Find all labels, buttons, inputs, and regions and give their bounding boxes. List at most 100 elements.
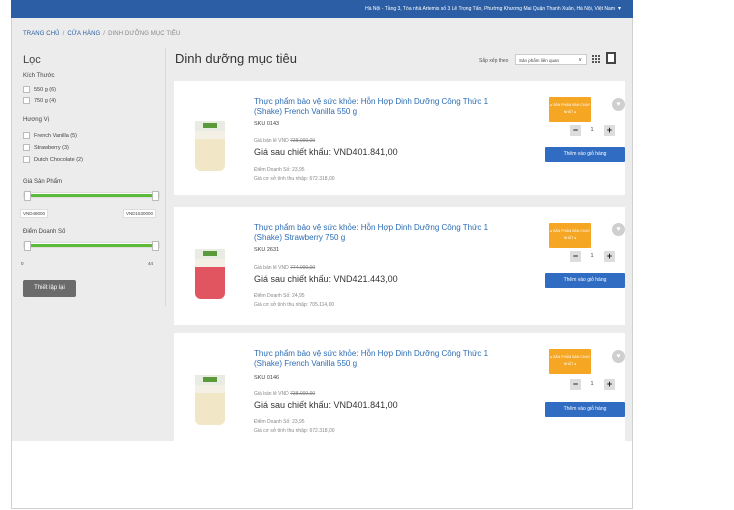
filter-title: Lọc — [23, 54, 41, 66]
filter-option-size-750[interactable]: 750 g (4) — [23, 97, 56, 104]
filter-option-strawberry[interactable]: Strawberry (3) — [23, 144, 69, 151]
add-to-cart-button[interactable]: Thêm vào giỏ hàng — [545, 273, 625, 288]
sort-value: Sản phẩm liên quan — [519, 58, 560, 63]
retail-label: Giá bán lẻ VND — [254, 265, 289, 271]
sort-select[interactable]: Sản phẩm liên quan ∨ — [515, 54, 587, 65]
filter-option-french-vanilla[interactable]: French Vanilla (5) — [23, 132, 77, 139]
price-heading: Giá Sản Phẩm — [23, 179, 63, 185]
retail-price-value: 738.000,00 — [290, 138, 316, 144]
option-label: 550 g (6) — [34, 86, 57, 93]
quantity-decrease-button[interactable]: − — [570, 379, 581, 390]
store-address[interactable]: Hà Nội - Tầng 3, Tòa nhà Artemis số 3 Lê… — [365, 6, 615, 12]
product-card: Thực phẩm bảo vệ sức khỏe: Hỗn Hợp Dinh … — [174, 333, 625, 441]
breadcrumb-current: DINH DƯỠNG MỤC TIÊU — [108, 31, 181, 37]
product-card: Thực phẩm bảo vệ sức khỏe: Hỗn Hợp Dinh … — [174, 81, 625, 195]
bestseller-badge: ● SẢN PHẨM BÁN CHẠY NHẤT ● — [549, 223, 591, 248]
quantity-input[interactable]: 1 — [585, 125, 599, 136]
points-slider[interactable] — [23, 241, 160, 251]
price-max-value[interactable]: VND1530000 — [123, 209, 157, 218]
filter-option-size-550[interactable]: 550 g (6) — [23, 86, 56, 93]
price-slider-min-handle[interactable] — [24, 191, 31, 201]
price-slider-fill — [28, 194, 156, 197]
breadcrumb: TRANG CHỦ / CỬA HÀNG / DINH DƯỠNG MỤC TIÊU — [23, 31, 180, 37]
add-to-cart-button[interactable]: Thêm vào giỏ hàng — [545, 147, 625, 162]
list-view-icon[interactable] — [606, 52, 616, 64]
reset-button[interactable]: Thiết lập lại — [23, 280, 76, 297]
badge-line-2: NHẤT ● — [563, 362, 577, 366]
grid-view-icon[interactable] — [592, 55, 600, 63]
product-image[interactable] — [193, 229, 227, 301]
badge-line-2: NHẤT ● — [563, 236, 577, 240]
price-slider-max-handle[interactable] — [152, 191, 159, 201]
wishlist-heart-icon[interactable]: ♥ — [612, 223, 625, 236]
product-card: Thực phẩm bảo vệ sức khỏe: Hỗn Hợp Dinh … — [174, 207, 625, 325]
income-base-price: Giá cơ sở tính thu nhập: 705.114,00 — [254, 302, 335, 308]
points-slider-fill — [28, 244, 156, 247]
herbalife-logo-icon — [203, 123, 217, 128]
herbalife-logo-icon — [203, 251, 217, 256]
flavor-heading: Hương Vị — [23, 117, 49, 123]
breadcrumb-home[interactable]: TRANG CHỦ — [23, 31, 60, 37]
filter-option-dutch-chocolate[interactable]: Dutch Chocolate (2) — [23, 156, 83, 163]
badge-line-1: ● SẢN PHẨM BÁN CHẠY — [549, 355, 591, 359]
product-name-link[interactable]: Thực phẩm bảo vệ sức khỏe: Hỗn Hợp Dinh … — [254, 223, 514, 243]
quantity-increase-button[interactable]: + — [604, 125, 615, 136]
checkbox[interactable] — [23, 144, 30, 151]
price-slider[interactable] — [23, 191, 160, 201]
retail-price: Giá bán lẻ VND 738.000,00 — [254, 391, 315, 397]
points-slider-max-handle[interactable] — [152, 241, 159, 251]
quantity-increase-button[interactable]: + — [604, 379, 615, 390]
option-label: Dutch Chocolate (2) — [34, 156, 83, 163]
retail-label: Giá bán lẻ VND — [254, 138, 289, 144]
chevron-down-icon[interactable]: ▾ — [618, 6, 621, 12]
product-sku: SKU 0143 — [254, 121, 280, 127]
sales-points: Điểm Doanh Số: 24,95 — [254, 293, 305, 299]
income-base-price: Giá cơ sở tính thu nhập: 672.318,00 — [254, 428, 335, 434]
product-image[interactable] — [193, 355, 227, 427]
option-label: French Vanilla (5) — [34, 132, 77, 139]
product-name-link[interactable]: Thực phẩm bảo vệ sức khỏe: Hỗn Hợp Dinh … — [254, 349, 514, 369]
filter-sidebar: Lọc Kích Thước 550 g (6) 750 g (4) Hương… — [12, 48, 165, 308]
retail-price-value: 774.000,00 — [290, 265, 316, 271]
wishlist-heart-icon[interactable]: ♥ — [612, 98, 625, 111]
quantity-decrease-button[interactable]: − — [570, 251, 581, 262]
top-bar: Hà Nội - Tầng 3, Tòa nhà Artemis số 3 Lê… — [11, 0, 633, 18]
income-base-price: Giá cơ sở tính thu nhập: 672.318,00 — [254, 176, 335, 182]
add-to-cart-button[interactable]: Thêm vào giỏ hàng — [545, 402, 625, 417]
badge-line-1: ● SẢN PHẨM BÁN CHẠY — [549, 103, 591, 107]
checkbox[interactable] — [23, 156, 30, 163]
quantity-input[interactable]: 1 — [585, 379, 599, 390]
breadcrumb-separator: / — [62, 31, 65, 37]
quantity-input[interactable]: 1 — [585, 251, 599, 262]
retail-price: Giá bán lẻ VND 738.000,00 — [254, 138, 315, 144]
sort-label: Sắp xếp theo — [479, 58, 509, 64]
sidebar-divider — [165, 48, 166, 306]
badge-line-2: NHẤT ● — [563, 110, 577, 114]
option-label: Strawberry (3) — [34, 144, 69, 151]
checkbox[interactable] — [23, 97, 30, 104]
discount-price: Giá sau chiết khấu: VND401.841,00 — [254, 400, 398, 410]
points-slider-min-handle[interactable] — [24, 241, 31, 251]
checkbox[interactable] — [23, 86, 30, 93]
size-heading: Kích Thước — [23, 73, 55, 79]
quantity-increase-button[interactable]: + — [604, 251, 615, 262]
bestseller-badge: ● SẢN PHẨM BÁN CHẠY NHẤT ● — [549, 349, 591, 374]
product-name-link[interactable]: Thực phẩm bảo vệ sức khỏe: Hỗn Hợp Dinh … — [254, 97, 514, 117]
sales-points: Điểm Doanh Số: 23,95 — [254, 419, 305, 425]
price-min-value[interactable]: VND48000 — [20, 209, 49, 218]
breadcrumb-separator: / — [103, 31, 106, 37]
quantity-decrease-button[interactable]: − — [570, 125, 581, 136]
page-title: Dinh dưỡng mục tiêu — [175, 51, 298, 66]
sales-points: Điểm Doanh Số: 23,95 — [254, 167, 305, 173]
product-image[interactable] — [193, 101, 227, 173]
retail-price-value: 738.000,00 — [290, 391, 316, 397]
option-label: 750 g (4) — [34, 97, 57, 104]
chevron-down-icon: ∨ — [578, 57, 582, 63]
wishlist-heart-icon[interactable]: ♥ — [612, 350, 625, 363]
retail-label: Giá bán lẻ VND — [254, 391, 289, 397]
points-min-value: 0 — [21, 261, 24, 266]
product-sku: SKU 0146 — [254, 375, 280, 381]
checkbox[interactable] — [23, 132, 30, 139]
breadcrumb-shop[interactable]: CỬA HÀNG — [67, 31, 100, 37]
points-heading: Điểm Doanh Số — [23, 229, 66, 235]
